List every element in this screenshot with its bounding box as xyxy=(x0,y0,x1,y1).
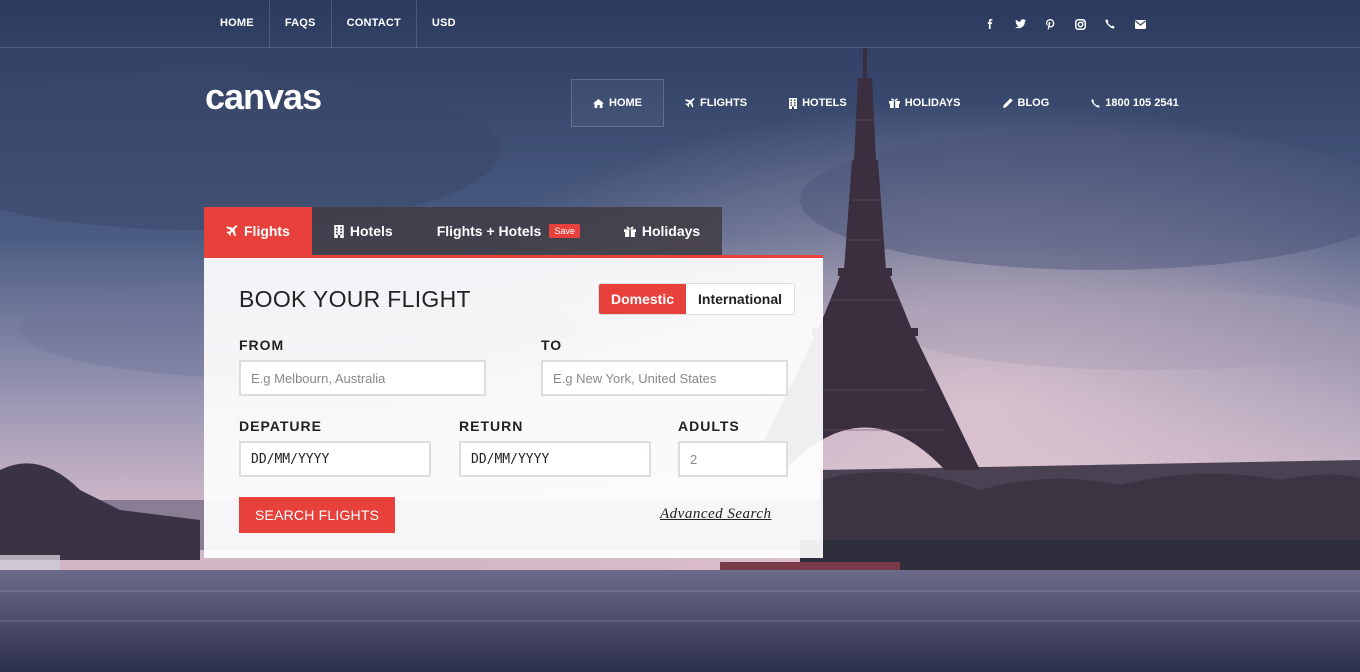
gift-icon xyxy=(623,226,636,237)
return-date-input[interactable] xyxy=(459,441,651,477)
nav-blog[interactable]: BLOG xyxy=(982,79,1071,127)
to-label: TO xyxy=(541,337,563,353)
nav-home[interactable]: HOME xyxy=(571,79,664,127)
from-input[interactable] xyxy=(239,360,486,396)
phone-icon xyxy=(1091,98,1101,108)
pencil-icon xyxy=(1002,98,1013,108)
tab-flights-label: Flights xyxy=(244,223,290,239)
nav-flights[interactable]: FLIGHTS xyxy=(664,79,768,127)
nav-blog-label: BLOG xyxy=(1017,97,1050,109)
form-title: BOOK YOUR FLIGHT xyxy=(239,286,471,312)
nav-phone-label: 1800 105 2541 xyxy=(1105,97,1179,109)
advanced-search-link[interactable]: Advanced Search xyxy=(660,506,771,523)
pinterest-icon[interactable] xyxy=(1035,0,1065,48)
trip-type-toggle: Domestic International xyxy=(598,283,796,315)
plane-icon xyxy=(226,225,238,237)
nav-phone[interactable]: 1800 105 2541 xyxy=(1070,79,1199,127)
return-label: RETURN xyxy=(459,418,524,434)
top-bar: HOME FAQS CONTACT USD xyxy=(0,0,1360,48)
nav-holidays-label: HOLIDAYS xyxy=(904,97,961,109)
flight-booking-form: BOOK YOUR FLIGHT Domestic International … xyxy=(204,258,823,558)
nav-hotels-label: HOTELS xyxy=(802,97,847,109)
nav-holidays[interactable]: HOLIDAYS xyxy=(868,79,982,127)
search-flights-button[interactable]: SEARCH FLIGHTS xyxy=(239,497,396,533)
building-icon xyxy=(789,97,798,109)
tab-flights-hotels[interactable]: Flights + Hotels Save xyxy=(414,207,602,255)
envelope-icon[interactable] xyxy=(1125,0,1155,48)
phone-icon[interactable] xyxy=(1095,0,1125,48)
tab-hotels[interactable]: Hotels xyxy=(311,207,415,255)
adults-label: ADULTS xyxy=(678,418,740,434)
nav-home-label: HOME xyxy=(609,97,642,109)
gift-icon xyxy=(888,98,900,108)
tab-holidays[interactable]: Holidays xyxy=(601,207,723,255)
international-option[interactable]: International xyxy=(686,284,795,314)
tab-flights[interactable]: Flights xyxy=(204,207,312,255)
twitter-icon[interactable] xyxy=(1005,0,1035,48)
top-link-contact[interactable]: CONTACT xyxy=(332,0,417,48)
top-link-home[interactable]: HOME xyxy=(205,0,270,48)
building-icon xyxy=(334,224,344,238)
save-badge: Save xyxy=(549,224,580,238)
from-label: FROM xyxy=(239,337,285,353)
top-link-faqs[interactable]: FAQS xyxy=(270,0,332,48)
main-nav: HOME FLIGHTS HOTELS HOLIDAYS BLOG 1800 1… xyxy=(571,79,1200,127)
departure-label: DEPATURE xyxy=(239,418,322,434)
top-links: HOME FAQS CONTACT USD xyxy=(205,0,471,48)
home-icon xyxy=(593,98,604,108)
social-links xyxy=(975,0,1155,48)
nav-hotels[interactable]: HOTELS xyxy=(768,79,868,127)
tab-holidays-label: Holidays xyxy=(641,223,701,239)
to-input[interactable] xyxy=(541,360,788,396)
currency-selector[interactable]: USD xyxy=(417,0,471,48)
domestic-option[interactable]: Domestic xyxy=(599,284,687,314)
plane-icon xyxy=(685,98,695,108)
departure-date-input[interactable] xyxy=(239,441,431,477)
tab-hotels-label: Hotels xyxy=(349,223,393,239)
site-logo[interactable]: canvas xyxy=(205,76,322,118)
instagram-icon[interactable] xyxy=(1065,0,1095,48)
facebook-icon[interactable] xyxy=(975,0,1005,48)
adults-input[interactable] xyxy=(678,441,788,477)
booking-tabs: Flights Hotels Flights + Hotels Save Hol… xyxy=(204,207,723,255)
tab-flights-hotels-label: Flights + Hotels xyxy=(436,223,542,239)
nav-flights-label: FLIGHTS xyxy=(700,97,748,109)
